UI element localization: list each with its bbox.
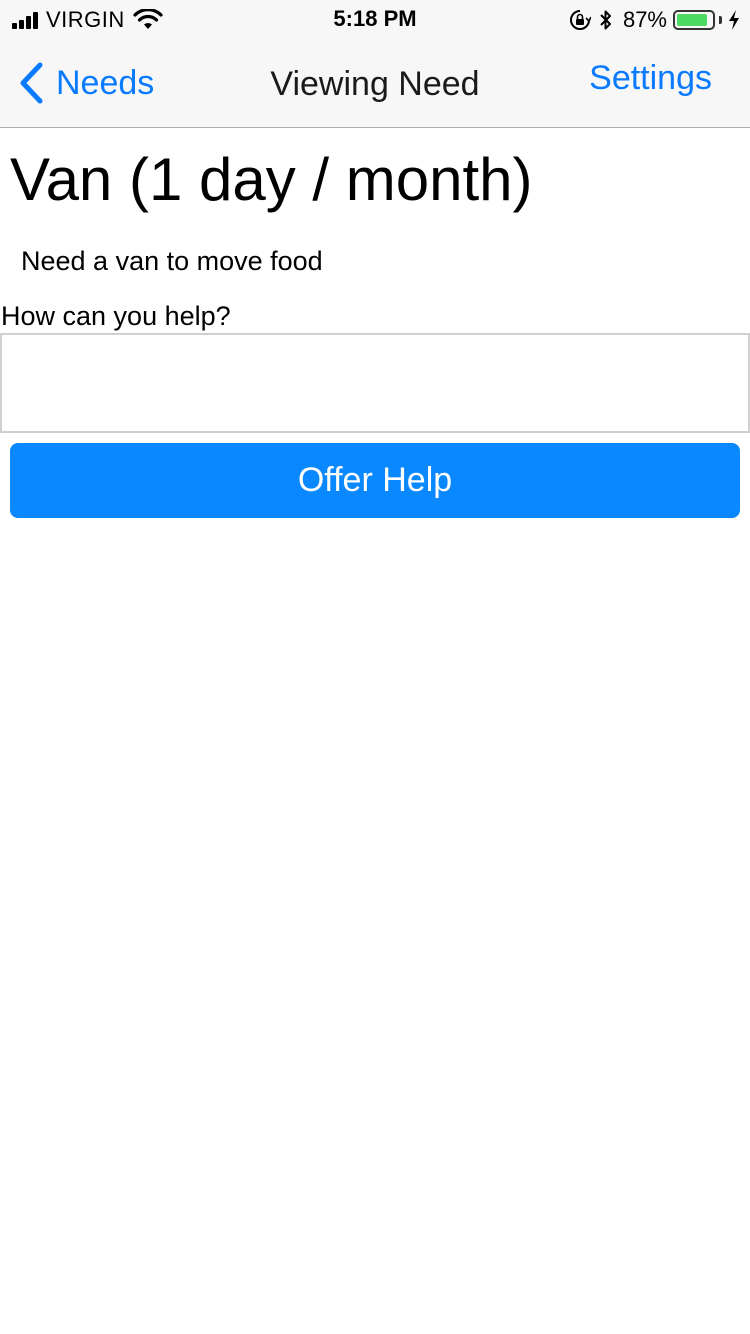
battery-icon xyxy=(673,10,715,30)
help-field-label: How can you help? xyxy=(1,301,231,331)
rotation-lock-icon xyxy=(569,10,591,30)
navigation-bar: Needs Viewing Need Settings xyxy=(0,40,750,128)
settings-button[interactable]: Settings xyxy=(589,59,712,98)
back-button[interactable]: Needs xyxy=(18,62,154,104)
help-input[interactable] xyxy=(0,333,750,433)
status-bar: VIRGIN 5:18 PM 87% xyxy=(0,0,750,40)
charging-bolt-icon xyxy=(729,10,739,30)
need-description: Need a van to move food xyxy=(21,246,323,276)
battery-fill xyxy=(677,14,707,26)
chevron-left-icon xyxy=(20,62,43,104)
battery-percent: 87% xyxy=(622,7,667,32)
status-right: 87% xyxy=(569,7,740,33)
bluetooth-icon xyxy=(600,10,611,30)
offer-help-button[interactable]: Offer Help xyxy=(10,443,740,518)
back-button-label: Needs xyxy=(56,63,155,102)
need-title: Van (1 day / month) xyxy=(10,146,533,213)
battery-nub xyxy=(719,16,722,24)
